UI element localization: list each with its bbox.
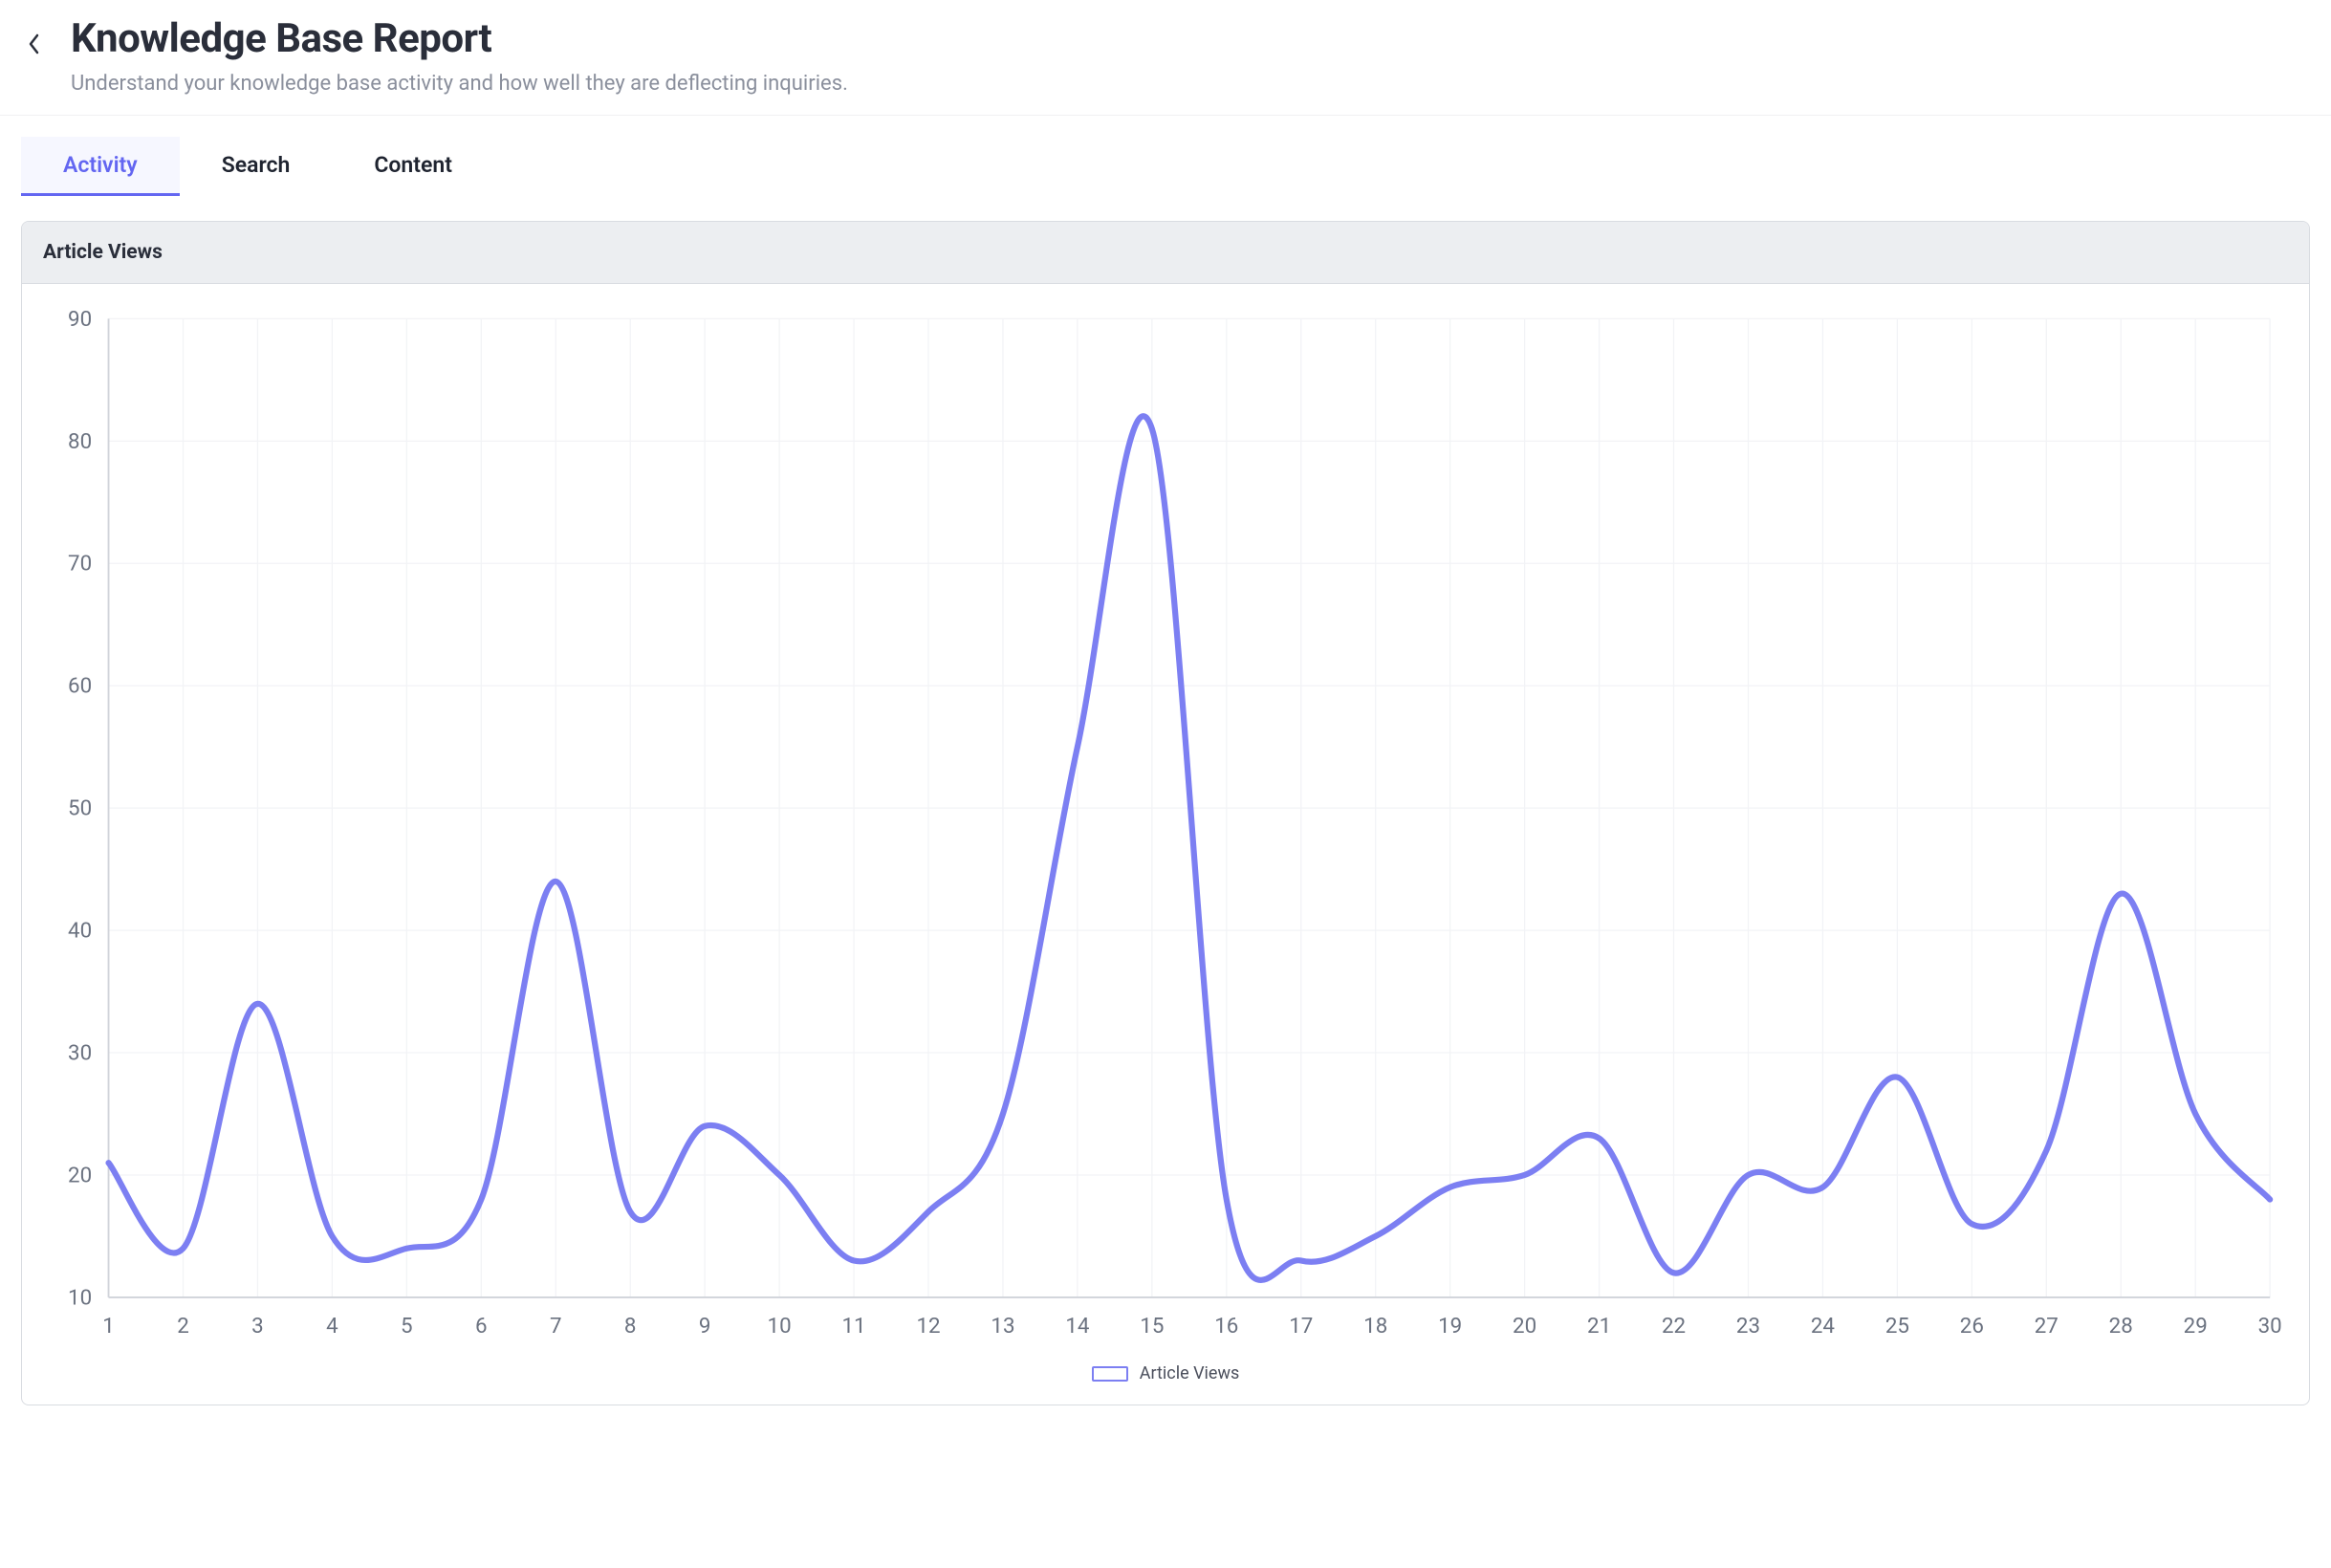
svg-text:2: 2 — [177, 1314, 189, 1339]
legend-swatch-icon — [1092, 1366, 1128, 1382]
svg-text:24: 24 — [1811, 1314, 1836, 1339]
svg-text:17: 17 — [1289, 1314, 1313, 1339]
svg-text:29: 29 — [2184, 1314, 2208, 1339]
article-views-panel: Article Views 10203040506070809012345678… — [21, 221, 2310, 1405]
chevron-left-icon — [27, 33, 42, 55]
page-subtitle: Understand your knowledge base activity … — [71, 72, 2310, 96]
svg-text:40: 40 — [68, 919, 92, 944]
panel-title: Article Views — [22, 222, 2309, 284]
tabs: Activity Search Content — [21, 116, 2310, 196]
svg-text:11: 11 — [841, 1314, 865, 1339]
svg-text:5: 5 — [401, 1314, 413, 1339]
back-button[interactable] — [21, 31, 48, 57]
article-views-chart: 1020304050607080901234567891011121314151… — [37, 307, 2294, 1352]
svg-text:30: 30 — [2258, 1314, 2282, 1339]
page-title: Knowledge Base Report — [71, 15, 2310, 62]
tab-search[interactable]: Search — [180, 137, 333, 196]
tab-content[interactable]: Content — [332, 137, 494, 196]
svg-text:7: 7 — [550, 1314, 562, 1339]
tab-activity[interactable]: Activity — [21, 137, 180, 196]
svg-text:4: 4 — [326, 1314, 338, 1339]
svg-text:1: 1 — [102, 1314, 115, 1339]
svg-text:23: 23 — [1736, 1314, 1760, 1339]
svg-text:19: 19 — [1438, 1314, 1462, 1339]
svg-text:3: 3 — [251, 1314, 264, 1339]
svg-text:30: 30 — [68, 1040, 92, 1065]
svg-text:14: 14 — [1065, 1314, 1090, 1339]
svg-text:18: 18 — [1363, 1314, 1387, 1339]
chart-area: 1020304050607080901234567891011121314151… — [22, 284, 2309, 1405]
svg-text:70: 70 — [68, 552, 92, 577]
svg-text:20: 20 — [1513, 1314, 1536, 1339]
svg-text:26: 26 — [1960, 1314, 1984, 1339]
svg-text:28: 28 — [2109, 1314, 2133, 1339]
svg-text:25: 25 — [1885, 1314, 1909, 1339]
svg-text:10: 10 — [68, 1285, 92, 1310]
svg-text:21: 21 — [1587, 1314, 1611, 1339]
page-header: Knowledge Base Report Understand your kn… — [21, 15, 2310, 115]
svg-text:60: 60 — [68, 674, 92, 699]
legend-series-label: Article Views — [1140, 1363, 1240, 1383]
svg-text:10: 10 — [768, 1314, 792, 1339]
svg-text:13: 13 — [991, 1314, 1014, 1339]
svg-text:15: 15 — [1140, 1314, 1164, 1339]
svg-text:20: 20 — [68, 1163, 92, 1187]
svg-text:80: 80 — [68, 429, 92, 454]
svg-text:90: 90 — [68, 307, 92, 332]
svg-text:50: 50 — [68, 796, 92, 821]
svg-text:27: 27 — [2035, 1314, 2059, 1339]
svg-text:22: 22 — [1662, 1314, 1686, 1339]
svg-text:8: 8 — [624, 1314, 637, 1339]
svg-text:16: 16 — [1214, 1314, 1238, 1339]
chart-legend: Article Views — [37, 1363, 2294, 1383]
svg-text:9: 9 — [699, 1314, 711, 1339]
svg-text:6: 6 — [475, 1314, 488, 1339]
svg-text:12: 12 — [916, 1314, 940, 1339]
